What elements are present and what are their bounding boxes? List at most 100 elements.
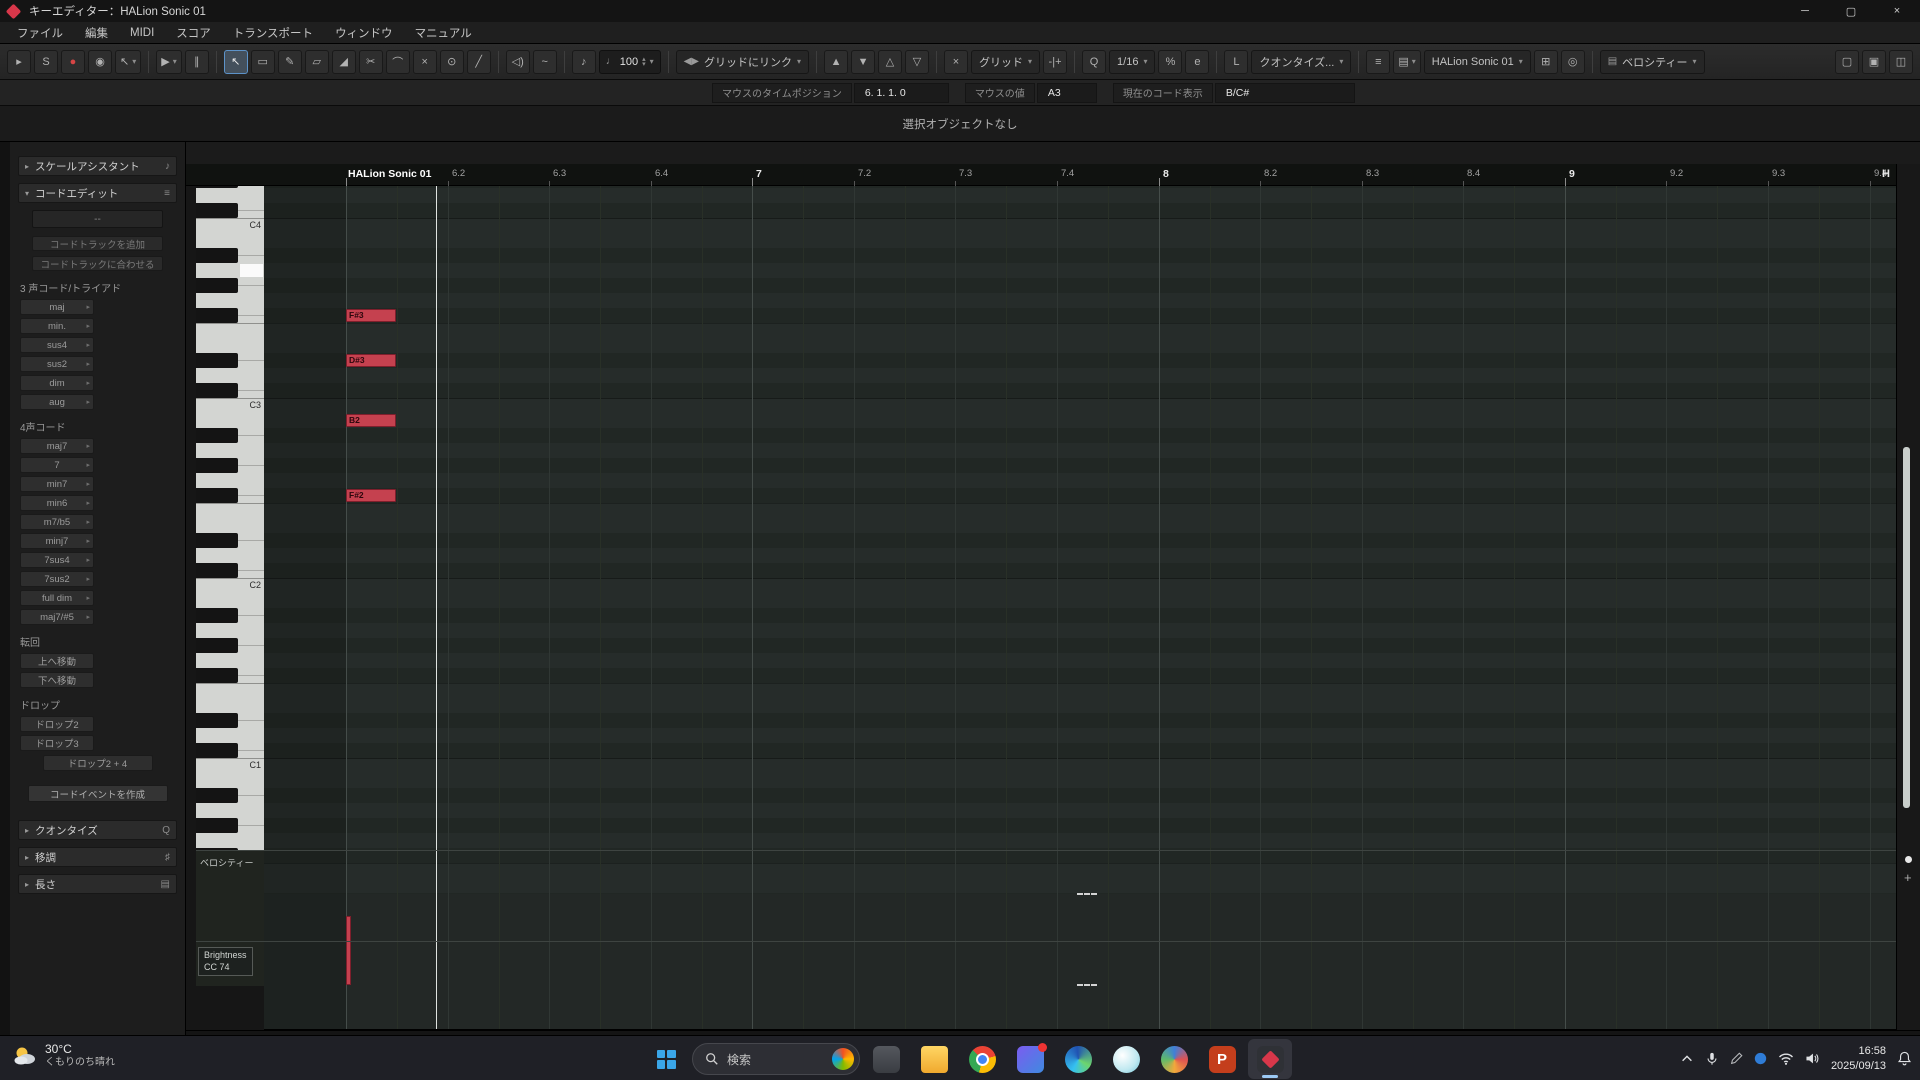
chevron-up-icon[interactable] [1680,1052,1694,1066]
lane-separator[interactable] [196,941,1896,942]
menu-item-0[interactable]: ファイル [6,22,74,44]
chord-seventh-button[interactable]: 7sus2▸ [20,571,94,587]
chord-seventh-button[interactable]: maj7/#5▸ [20,609,94,625]
black-key[interactable] [196,818,238,833]
section-chord-edit[interactable]: ▾ コードエディット ≡ [18,183,177,203]
section-length[interactable]: ▸ 長さ ▤ [18,874,177,894]
taskbar-app-phone-link[interactable] [1008,1039,1052,1079]
chord-triad-button[interactable]: aug▸ [20,394,94,410]
event-colors-select[interactable]: ▤ ベロシティー ▾ [1600,50,1705,74]
tool-trim[interactable]: ◢ [332,50,356,74]
lane-resize-handle[interactable] [1077,893,1097,895]
vertical-scrollbar[interactable]: + [1896,164,1920,1030]
chord-triad-button[interactable]: min.▸ [20,318,94,334]
chord-seventh-button[interactable]: 7▸ [20,457,94,473]
menu-item-6[interactable]: マニュアル [404,22,483,44]
menu-item-3[interactable]: スコア [165,22,222,44]
chord-triad-button[interactable]: maj▸ [20,299,94,315]
grid-type-select[interactable]: グリッド ▾ [971,50,1040,74]
nudge-up-button[interactable]: △ [878,50,902,74]
midi-note-F#2[interactable]: F#2 [346,489,396,502]
black-key[interactable] [196,668,238,683]
expand-arrow-icon[interactable]: ▸ [86,575,90,583]
black-key[interactable] [196,488,238,503]
info-field-value-0[interactable]: 6. 1. 1. 0 [854,83,949,103]
tool-erase[interactable]: ▱ [305,50,329,74]
chord-seventh-button[interactable]: full dim▸ [20,590,94,606]
quantize-panel-button[interactable]: e [1185,50,1209,74]
piano-keyboard[interactable]: C4C3C2C1 [196,186,264,894]
black-key[interactable] [196,308,238,323]
pin-button[interactable]: ▸ [7,50,31,74]
bluetooth-icon[interactable] [1754,1052,1767,1065]
chord-seventh-button[interactable]: 7sus4▸ [20,552,94,568]
zoom-plus-icon[interactable]: + [1904,870,1912,885]
autoscroll-button[interactable]: ▶▾ [156,50,181,74]
expand-arrow-icon[interactable]: ▸ [86,499,90,507]
expand-arrow-icon[interactable]: ▸ [86,537,90,545]
chord-seventh-button[interactable]: m7/b5▸ [20,514,94,530]
menu-item-2[interactable]: MIDI [119,24,165,42]
inversion-button[interactable]: 上へ移動 [20,653,94,669]
add-chord-track-button[interactable]: コードトラックを追加 [32,236,163,251]
taskbar-weather-widget[interactable]: 30°C くもりのち晴れ [12,1042,115,1070]
midi-note-D#3[interactable]: D#3 [346,354,396,367]
black-key[interactable] [196,788,238,803]
window-zones-button[interactable]: ▢ [1835,50,1859,74]
part-select[interactable]: HALion Sonic 01 ▾ [1424,50,1531,74]
taskbar-app-round-light-app[interactable] [1104,1039,1148,1079]
expand-arrow-icon[interactable]: ▸ [86,442,90,450]
black-key[interactable] [196,186,238,188]
chord-seventh-button[interactable]: minj7▸ [20,533,94,549]
expand-arrow-icon[interactable]: ▸ [86,341,90,349]
black-key[interactable] [196,248,238,263]
expand-arrow-icon[interactable]: ▸ [86,398,90,406]
close-button[interactable]: × [1874,0,1920,22]
black-key[interactable] [196,203,238,218]
menu-item-1[interactable]: 編集 [74,22,119,44]
section-transpose[interactable]: ▸ 移調 ♯ [18,847,177,867]
chord-seventh-button[interactable]: min6▸ [20,495,94,511]
timeline-ruler[interactable]: HALion Sonic 01 6.26.36.477.27.37.488.28… [186,164,1896,186]
expand-arrow-icon[interactable]: ▸ [86,379,90,387]
ramp-button[interactable]: ~ [533,50,557,74]
taskbar-clock[interactable]: 16:58 2025/09/13 [1831,1044,1886,1074]
step-input-button[interactable]: ♪ [572,50,596,74]
ruler-h-button[interactable]: H [1882,168,1890,180]
volume-icon[interactable] [1805,1052,1820,1065]
black-key[interactable] [196,638,238,653]
taskbar-app-cubase[interactable] [1248,1039,1292,1079]
chord-triad-button[interactable]: dim▸ [20,375,94,391]
drop-2-4-button[interactable]: ドロップ2 + 4 [43,755,153,771]
chord-seventh-button[interactable]: min7▸ [20,476,94,492]
suspend-autoscroll-button[interactable]: ∥ [185,50,209,74]
layers-button[interactable]: ≡ [1366,50,1390,74]
section-scale-assistant[interactable]: ▸ スケールアシスタント ♪ [18,156,177,176]
expand-arrow-icon[interactable]: ▸ [86,480,90,488]
tool-line[interactable]: ╱ [467,50,491,74]
length-quantize-select[interactable]: クオンタイズ... ▾ [1251,50,1351,74]
expand-arrow-icon[interactable]: ▸ [86,360,90,368]
snap-toggle-button[interactable]: × [944,50,968,74]
highlighted-key[interactable] [240,264,263,277]
pen-icon[interactable] [1730,1052,1743,1065]
expand-arrow-icon[interactable]: ▸ [86,556,90,564]
lane-resize-handle[interactable] [1077,984,1097,986]
nudge-down-button[interactable]: ▽ [905,50,929,74]
move-up-button[interactable]: ▲ [824,50,848,74]
black-key[interactable] [196,458,238,473]
black-key[interactable] [196,533,238,548]
part-lines-button[interactable]: ▤▾ [1393,50,1420,74]
tool-split[interactable]: ✂ [359,50,383,74]
drop-button[interactable]: ドロップ2 [20,716,94,732]
quantize-preset-select[interactable]: 1/16 ▾ [1109,50,1155,74]
tool-mute[interactable]: × [413,50,437,74]
create-chord-event-button[interactable]: コードイベントを作成 [28,785,168,802]
tool-zoom[interactable]: ⊙ [440,50,464,74]
taskbar-app-powerpoint[interactable]: P [1200,1039,1244,1079]
black-key[interactable] [196,608,238,623]
copilot-icon[interactable] [832,1048,854,1070]
tool-range-select[interactable]: ▭ [251,50,275,74]
expand-arrow-icon[interactable]: ▸ [86,322,90,330]
velocity-stepper[interactable]: ▴▾ [642,57,646,67]
